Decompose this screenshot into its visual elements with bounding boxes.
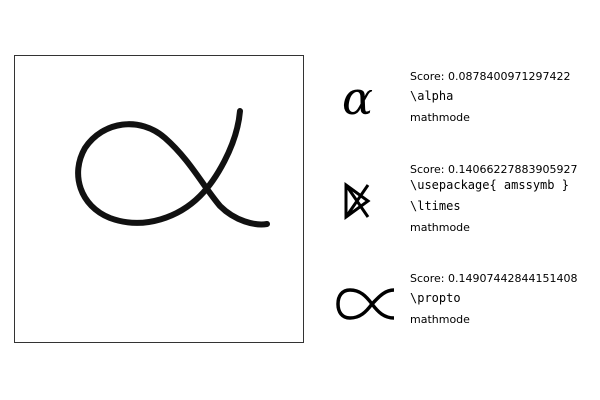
mode-text: mathmode xyxy=(410,313,470,326)
alpha-symbol-icon: α xyxy=(334,70,404,130)
drawing-canvas[interactable] xyxy=(14,55,304,343)
result-item-ltimes[interactable]: Score: 0.14066227883905927 \usepackage{ … xyxy=(334,163,600,248)
svg-text:α: α xyxy=(342,71,373,125)
result-item-propto[interactable]: Score: 0.14907442844151408 \propto mathm… xyxy=(334,272,600,342)
command-text: \ltimes xyxy=(410,199,461,213)
result-item-alpha[interactable]: α Score: 0.0878400971297422 \alpha mathm… xyxy=(334,70,600,140)
score-text: Score: 0.14066227883905927 xyxy=(410,163,578,176)
result-info: Score: 0.14066227883905927 \usepackage{ … xyxy=(410,163,600,235)
drawn-stroke xyxy=(75,108,270,228)
mode-text: mathmode xyxy=(410,221,470,234)
detexify-app: α Score: 0.0878400971297422 \alpha mathm… xyxy=(0,0,600,400)
propto-symbol-icon xyxy=(334,274,404,334)
package-text: \usepackage{ amssymb } xyxy=(410,178,569,192)
command-text: \propto xyxy=(410,291,461,305)
mode-text: mathmode xyxy=(410,111,470,124)
result-info: Score: 0.14907442844151408 \propto mathm… xyxy=(410,272,600,327)
command-text: \alpha xyxy=(410,89,454,103)
result-info: Score: 0.0878400971297422 \alpha mathmod… xyxy=(410,70,600,125)
score-text: Score: 0.14907442844151408 xyxy=(410,272,578,285)
score-text: Score: 0.0878400971297422 xyxy=(410,70,571,83)
ltimes-symbol-icon xyxy=(334,171,404,231)
